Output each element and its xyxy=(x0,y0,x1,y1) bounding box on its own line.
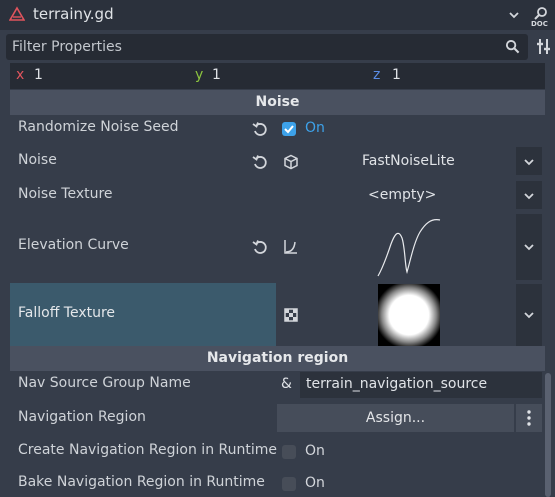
filter-properties[interactable] xyxy=(6,34,528,60)
x-value: 1 xyxy=(34,67,43,83)
elevation-curve-preview[interactable] xyxy=(374,214,444,280)
search-icon xyxy=(505,39,520,54)
chevron-down-icon[interactable] xyxy=(508,9,520,21)
vector-z-field[interactable]: z 1 xyxy=(368,63,545,89)
randomize-seed-label: Randomize Noise Seed xyxy=(18,119,179,135)
assign-button[interactable]: Assign... xyxy=(277,404,514,432)
bake-nav-on-text: On xyxy=(305,475,325,491)
string-name-prefix: & xyxy=(281,376,292,392)
nav-source-group-label: Nav Source Group Name xyxy=(18,375,191,391)
vertical-scrollbar[interactable] xyxy=(545,373,551,497)
noise-texture-label: Noise Texture xyxy=(18,186,113,202)
kebab-menu-button[interactable] xyxy=(516,404,542,432)
z-value: 1 xyxy=(392,67,401,83)
x-axis-label: x xyxy=(16,67,25,83)
randomize-seed-on-text: On xyxy=(305,120,325,136)
falloff-texture-dropdown-button[interactable] xyxy=(516,284,542,346)
navigation-region-label: Navigation Region xyxy=(18,409,146,425)
chevron-down-icon xyxy=(524,193,534,200)
chevron-down-icon xyxy=(524,244,534,251)
svg-text:DOC: DOC xyxy=(531,20,548,27)
revert-icon[interactable] xyxy=(252,121,268,137)
script-bar[interactable]: terrainy.gd DOC xyxy=(0,0,555,30)
y-value: 1 xyxy=(212,67,221,83)
create-nav-label: Create Navigation Region in Runtime xyxy=(18,442,277,458)
section-noise[interactable]: Noise xyxy=(10,90,545,115)
tools-icon[interactable] xyxy=(535,38,552,55)
section-navigation-region[interactable]: Navigation region xyxy=(10,346,545,371)
elevation-curve-label: Elevation Curve xyxy=(18,237,129,253)
checkmark-icon xyxy=(284,125,294,134)
falloff-texture-preview[interactable] xyxy=(378,284,440,346)
create-nav-on-text: On xyxy=(305,443,325,459)
chevron-down-icon xyxy=(524,312,534,319)
elevation-curve-dropdown-button[interactable] xyxy=(516,214,542,280)
kebab-icon xyxy=(527,410,531,426)
randomize-seed-checkbox[interactable] xyxy=(282,122,296,136)
falloff-texture-label: Falloff Texture xyxy=(18,305,116,321)
bake-nav-checkbox[interactable] xyxy=(282,477,296,491)
bake-nav-label: Bake Navigation Region in Runtime xyxy=(18,474,265,490)
chevron-down-icon xyxy=(524,159,534,166)
vector-y-field[interactable]: y 1 xyxy=(189,63,366,89)
noise-texture-value[interactable]: <empty> xyxy=(368,187,436,203)
script-icon xyxy=(9,6,25,21)
nav-source-group-value: terrain_navigation_source xyxy=(306,376,488,392)
texture-icon xyxy=(284,308,298,322)
filter-input[interactable] xyxy=(6,34,496,60)
revert-icon[interactable] xyxy=(252,154,268,170)
script-name: terrainy.gd xyxy=(33,5,114,23)
vector3-editor: x 1 y 1 z 1 xyxy=(10,63,545,89)
revert-icon[interactable] xyxy=(252,239,268,255)
noise-dropdown-button[interactable] xyxy=(516,147,542,175)
noise-label: Noise xyxy=(18,152,57,168)
cube-icon xyxy=(284,154,298,170)
create-nav-checkbox[interactable] xyxy=(282,445,296,459)
noise-texture-dropdown-button[interactable] xyxy=(516,181,542,209)
z-axis-label: z xyxy=(373,67,381,83)
noise-resource-value[interactable]: FastNoiseLite xyxy=(362,153,455,169)
curve-icon xyxy=(284,240,297,254)
nav-source-group-input[interactable]: terrain_navigation_source xyxy=(300,372,542,398)
y-axis-label: y xyxy=(195,67,204,83)
vector-x-field[interactable]: x 1 xyxy=(10,63,187,89)
doc-search-icon[interactable]: DOC xyxy=(529,3,553,27)
